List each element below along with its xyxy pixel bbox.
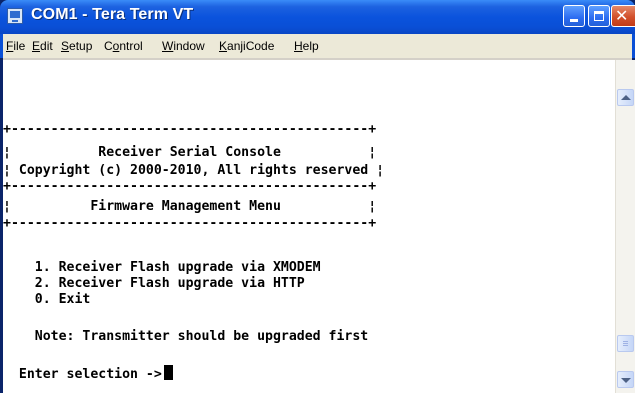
menu-kanjicode[interactable]: KanjiCode [219, 39, 274, 53]
menu-heading: ¦ Firmware Management Menu ¦ [3, 199, 377, 214]
scroll-down-button[interactable] [617, 371, 634, 388]
menu-setup[interactable]: Setup [61, 39, 92, 53]
terminal-top-area[interactable] [3, 60, 615, 84]
menu-edit-accesskey: E [32, 39, 41, 53]
prompt-line: Enter selection -> [3, 365, 173, 384]
terminal-screen[interactable]: +---------------------------------------… [3, 84, 615, 393]
minimize-icon [570, 19, 578, 22]
scroll-thumb[interactable] [617, 335, 634, 352]
menu-control-label: ntrol [119, 39, 143, 53]
terminal-app-icon[interactable] [7, 8, 23, 24]
title-bar[interactable]: COM1 - Tera Term VT ✕ [0, 0, 635, 34]
menu-control[interactable]: Control [104, 39, 143, 53]
scroll-up-button[interactable] [617, 89, 634, 106]
menu-file-label: ile [13, 39, 26, 53]
arrow-down-icon [621, 378, 631, 383]
menu-bar: File Edit Setup Control Window KanjiCode… [0, 34, 635, 58]
menu-edit[interactable]: Edit [32, 39, 53, 53]
tera-term-window: COM1 - Tera Term VT ✕ File Edit Setup Co… [0, 0, 635, 393]
menu-window[interactable]: Window [162, 39, 205, 53]
text-cursor [163, 365, 173, 380]
menu-setup-accesskey: S [61, 39, 70, 53]
console-border-mid: +---------------------------------------… [3, 179, 377, 194]
close-icon: ✕ [615, 6, 629, 25]
menu-edit-label: dit [40, 39, 53, 53]
menu-help[interactable]: Help [294, 39, 319, 53]
menu-help-accesskey: H [294, 39, 303, 53]
selection-prompt: Enter selection -> [3, 367, 162, 382]
menu-help-label: elp [302, 39, 319, 53]
menu-file[interactable]: File [6, 39, 25, 53]
console-note: Note: Transmitter should be upgraded fir… [3, 329, 369, 344]
close-button[interactable]: ✕ [611, 5, 635, 27]
maximize-button[interactable] [588, 5, 610, 27]
arrow-up-icon [621, 95, 631, 100]
menu-kanjicode-accesskey: K [219, 39, 228, 53]
minimize-button[interactable] [563, 5, 585, 27]
menu-kanjicode-label: anjiCode [227, 39, 275, 53]
console-border-top: +---------------------------------------… [3, 122, 377, 137]
menu-option-exit: 0. Exit [3, 292, 91, 307]
window-title: COM1 - Tera Term VT [31, 6, 194, 23]
menu-window-accesskey: W [162, 39, 174, 53]
maximize-icon [594, 11, 604, 21]
menu-window-label: indow [173, 39, 205, 53]
vertical-scrollbar[interactable] [615, 60, 635, 393]
menu-setup-label: etup [69, 39, 93, 53]
menu-control-label-pre: C [104, 39, 113, 53]
console-title: ¦ Receiver Serial Console ¦ [3, 145, 377, 160]
console-border-bottom: +---------------------------------------… [3, 216, 377, 231]
